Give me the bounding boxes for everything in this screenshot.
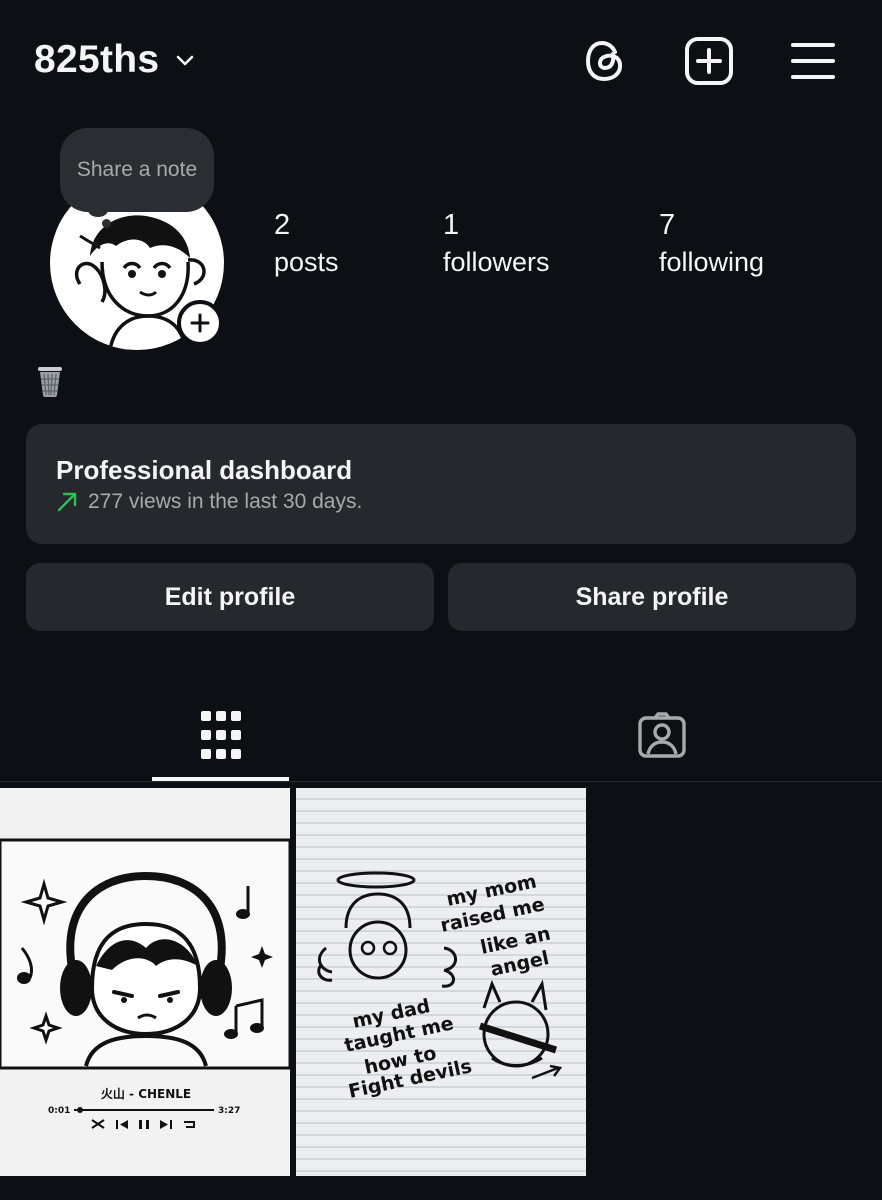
stat-posts-value: 2	[274, 209, 291, 241]
edit-profile-button[interactable]: Edit profile	[26, 563, 434, 631]
share-profile-label: Share profile	[575, 582, 729, 611]
post-thumbnail-1[interactable]: 火山 - CHENLE 0:01 3:27	[0, 788, 290, 1176]
tagged-person-icon	[637, 712, 686, 758]
stat-posts-label: posts	[274, 247, 339, 277]
top-bar: 825ths	[0, 0, 882, 120]
post-1-illustration: 火山 - CHENLE 0:01 3:27	[0, 788, 290, 1129]
share-profile-button[interactable]: Share profile	[448, 563, 856, 631]
edit-profile-label: Edit profile	[164, 582, 296, 611]
time-elapsed: 0:01	[48, 1106, 70, 1116]
post-2-illustration: my mom raised me like an angel my dad ta…	[296, 788, 586, 1176]
time-total: 3:27	[218, 1106, 240, 1116]
stat-followers-label: followers	[443, 247, 550, 277]
stat-followers-value: 1	[443, 209, 460, 241]
threads-icon	[586, 41, 623, 81]
stat-followers[interactable]: 1 followers	[443, 208, 550, 280]
dashboard-subtitle-row: 277 views in the last 30 days.	[56, 490, 362, 514]
menu-button[interactable]	[788, 36, 838, 86]
grid-icon	[200, 711, 241, 759]
stat-following-label: following	[659, 247, 765, 277]
chevron-down-icon	[177, 55, 194, 66]
dashboard-subtitle: 277 views in the last 30 days.	[88, 490, 363, 513]
stat-following[interactable]: 7 following	[659, 208, 764, 280]
tab-posts-grid[interactable]	[0, 688, 441, 782]
tab-divider	[0, 781, 882, 782]
account-switcher[interactable]: 825ths	[34, 38, 197, 82]
song-title: 火山 - CHENLE	[101, 1086, 191, 1101]
menu-icon	[791, 43, 835, 79]
stat-posts[interactable]: 2 posts	[274, 208, 339, 280]
wastebasket-icon	[38, 367, 62, 397]
post-thumbnail-2[interactable]: my mom raised me like an angel my dad ta…	[296, 788, 586, 1176]
new-post-icon	[685, 37, 733, 85]
new-post-button[interactable]	[684, 36, 734, 86]
threads-button[interactable]	[580, 36, 630, 86]
professional-dashboard[interactable]: Professional dashboard 277 views in the …	[26, 424, 856, 544]
username: 825ths	[34, 38, 160, 81]
dashboard-title: Professional dashboard	[56, 455, 353, 485]
plus-icon	[190, 313, 210, 333]
tab-tagged[interactable]	[441, 688, 882, 782]
stat-following-value: 7	[659, 209, 676, 241]
share-note-label: Share a note	[76, 158, 198, 181]
add-story-button[interactable]	[177, 300, 223, 346]
note-bubble-tail-small	[102, 219, 111, 228]
trend-up-arrow-icon	[57, 492, 77, 512]
share-note-bubble[interactable]: Share a note	[60, 128, 214, 212]
